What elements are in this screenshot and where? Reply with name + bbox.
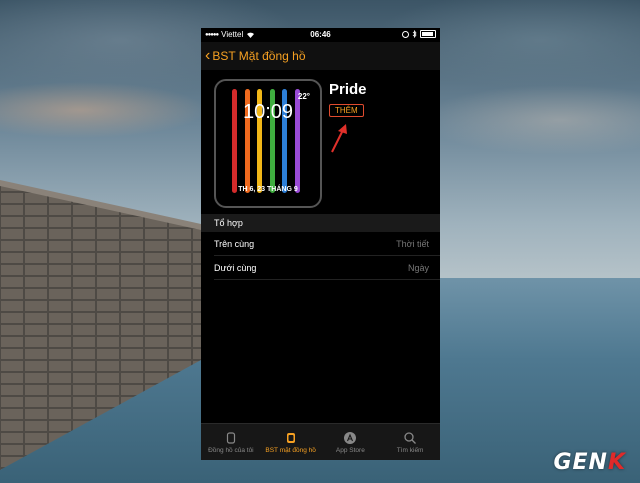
back-button-label: BST Mặt đồng hồ [212, 49, 306, 63]
tab-bar: Đồng hồ của tôi BST mặt đồng hồ App Stor… [201, 423, 440, 460]
tab-label: BST mặt đồng hồ [265, 446, 316, 454]
tab-label: Đồng hồ của tôi [208, 446, 254, 454]
red-arrow-annotation [331, 124, 347, 153]
tab-label: Tìm kiếm [396, 446, 424, 454]
tab-face-gallery[interactable]: BST mặt đồng hồ [261, 424, 321, 460]
tab-app-store[interactable]: App Store [321, 424, 381, 460]
watch-date: TH 6, 23 THÁNG 9 [238, 186, 298, 193]
row-value: Thời tiết [396, 239, 429, 249]
genk-watermark-logo: GENK [553, 450, 626, 475]
bluetooth-icon [412, 30, 417, 38]
app-store-icon [344, 431, 357, 444]
phone-screen: ●●●●● Viettel 06:46 ‹ BST Mặt đồng hồ 22… [201, 28, 440, 460]
watch-icon [226, 431, 235, 444]
chevron-left-icon: ‹ [205, 47, 211, 64]
watch-face-preview[interactable]: 22° 10:09 TH 6, 23 THÁNG 9 [214, 79, 322, 208]
status-bar: ●●●●● Viettel 06:46 [201, 28, 440, 42]
complication-row-top[interactable]: Trên cùng Thời tiết [214, 233, 440, 256]
row-label: Trên cùng [214, 239, 255, 249]
watch-temperature: 22° [297, 92, 310, 101]
tab-label: App Store [335, 446, 365, 454]
back-button[interactable]: ‹ BST Mặt đồng hồ [205, 48, 306, 64]
face-name-title: Pride [329, 81, 367, 98]
alarm-icon [402, 30, 409, 38]
tab-search[interactable]: Tìm kiếm [380, 424, 440, 460]
complication-row-bottom[interactable]: Dưới cùng Ngày [214, 257, 440, 280]
section-header-complications: Tổ hợp [201, 214, 440, 232]
navigation-bar: ‹ BST Mặt đồng hồ [201, 42, 440, 70]
row-label: Dưới cùng [214, 263, 257, 273]
watch-face-gallery-icon [286, 432, 295, 443]
tab-my-watch[interactable]: Đồng hồ của tôi [201, 424, 261, 460]
watch-time: 10:09 [242, 101, 294, 123]
add-face-button[interactable]: THÊM [329, 104, 364, 117]
row-value: Ngày [407, 263, 429, 273]
battery-icon [420, 30, 436, 38]
search-icon [404, 431, 417, 444]
